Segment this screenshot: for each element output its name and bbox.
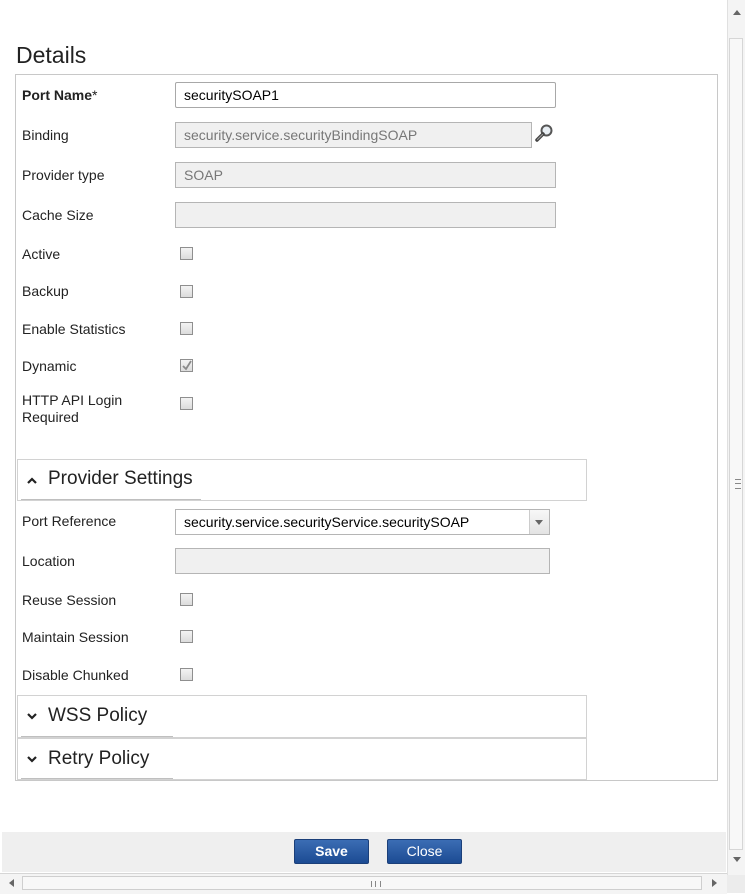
binding-input: security.service.securityBindingSOAP [175,122,532,148]
grip-icon [371,881,381,887]
backup-label: Backup [22,283,69,299]
dynamic-label: Dynamic [22,358,77,374]
wss-policy-title: WSS Policy [48,705,148,726]
http-api-login-label: HTTP API Login Required [22,392,122,426]
provider-type-input: SOAP [175,162,556,188]
vertical-scrollbar[interactable] [727,0,745,875]
save-button[interactable]: Save [294,839,369,864]
port-name-label: Port Name* [22,87,97,104]
dynamic-checkbox[interactable] [180,359,193,372]
port-name-label-text: Port Name [22,87,93,103]
disable-chunked-label: Disable Chunked [22,667,129,683]
http-api-login-label-line2: Required [22,409,79,425]
chevron-down-icon[interactable] [529,510,549,534]
scroll-up-arrow-icon[interactable] [733,10,741,15]
provider-settings-header[interactable]: Provider Settings [17,459,587,501]
scroll-left-arrow-icon[interactable] [9,879,14,887]
port-reference-label: Port Reference [22,513,117,529]
page-title: Details [16,42,87,68]
grip-icon [735,479,741,489]
maintain-session-label: Maintain Session [22,629,129,645]
required-mark: * [92,87,98,103]
chevron-down-icon [27,713,37,720]
close-button[interactable]: Close [387,839,462,864]
provider-settings-title: Provider Settings [48,468,193,489]
disable-chunked-checkbox[interactable] [180,668,193,681]
checkmark-icon [182,360,192,371]
active-checkbox[interactable] [180,247,193,260]
vertical-scroll-thumb[interactable] [729,38,743,850]
location-label: Location [22,553,75,569]
horizontal-scroll-thumb[interactable] [22,876,702,890]
location-input[interactable] [175,548,550,574]
enable-statistics-label: Enable Statistics [22,321,126,337]
scrollbar-corner [727,875,745,893]
chevron-up-icon [27,477,37,484]
port-reference-value: security.service.securityService.securit… [184,514,470,530]
scroll-down-arrow-icon[interactable] [733,857,741,862]
horizontal-scrollbar[interactable] [0,873,727,894]
maintain-session-checkbox[interactable] [180,630,193,643]
provider-type-label: Provider type [22,167,105,183]
http-api-login-label-line1: HTTP API Login [22,392,123,408]
section-underline [21,778,173,779]
cache-size-input[interactable] [175,202,556,228]
scroll-right-arrow-icon[interactable] [712,879,717,887]
retry-policy-title: Retry Policy [48,748,150,769]
http-api-login-checkbox[interactable] [180,397,193,410]
active-label: Active [22,246,61,262]
reuse-session-label: Reuse Session [22,592,117,608]
port-name-input[interactable]: securitySOAP1 [175,82,556,108]
cache-size-label: Cache Size [22,207,94,223]
chevron-down-icon [27,756,37,763]
port-reference-select[interactable]: security.service.securityService.securit… [175,509,550,535]
wss-policy-header[interactable]: WSS Policy [17,695,587,738]
binding-label: Binding [22,127,69,143]
retry-policy-header[interactable]: Retry Policy [17,738,587,780]
section-underline [21,499,201,500]
section-underline [21,736,173,737]
reuse-session-checkbox[interactable] [180,593,193,606]
magnifier-icon[interactable] [534,123,556,150]
backup-checkbox[interactable] [180,285,193,298]
enable-statistics-checkbox[interactable] [180,322,193,335]
